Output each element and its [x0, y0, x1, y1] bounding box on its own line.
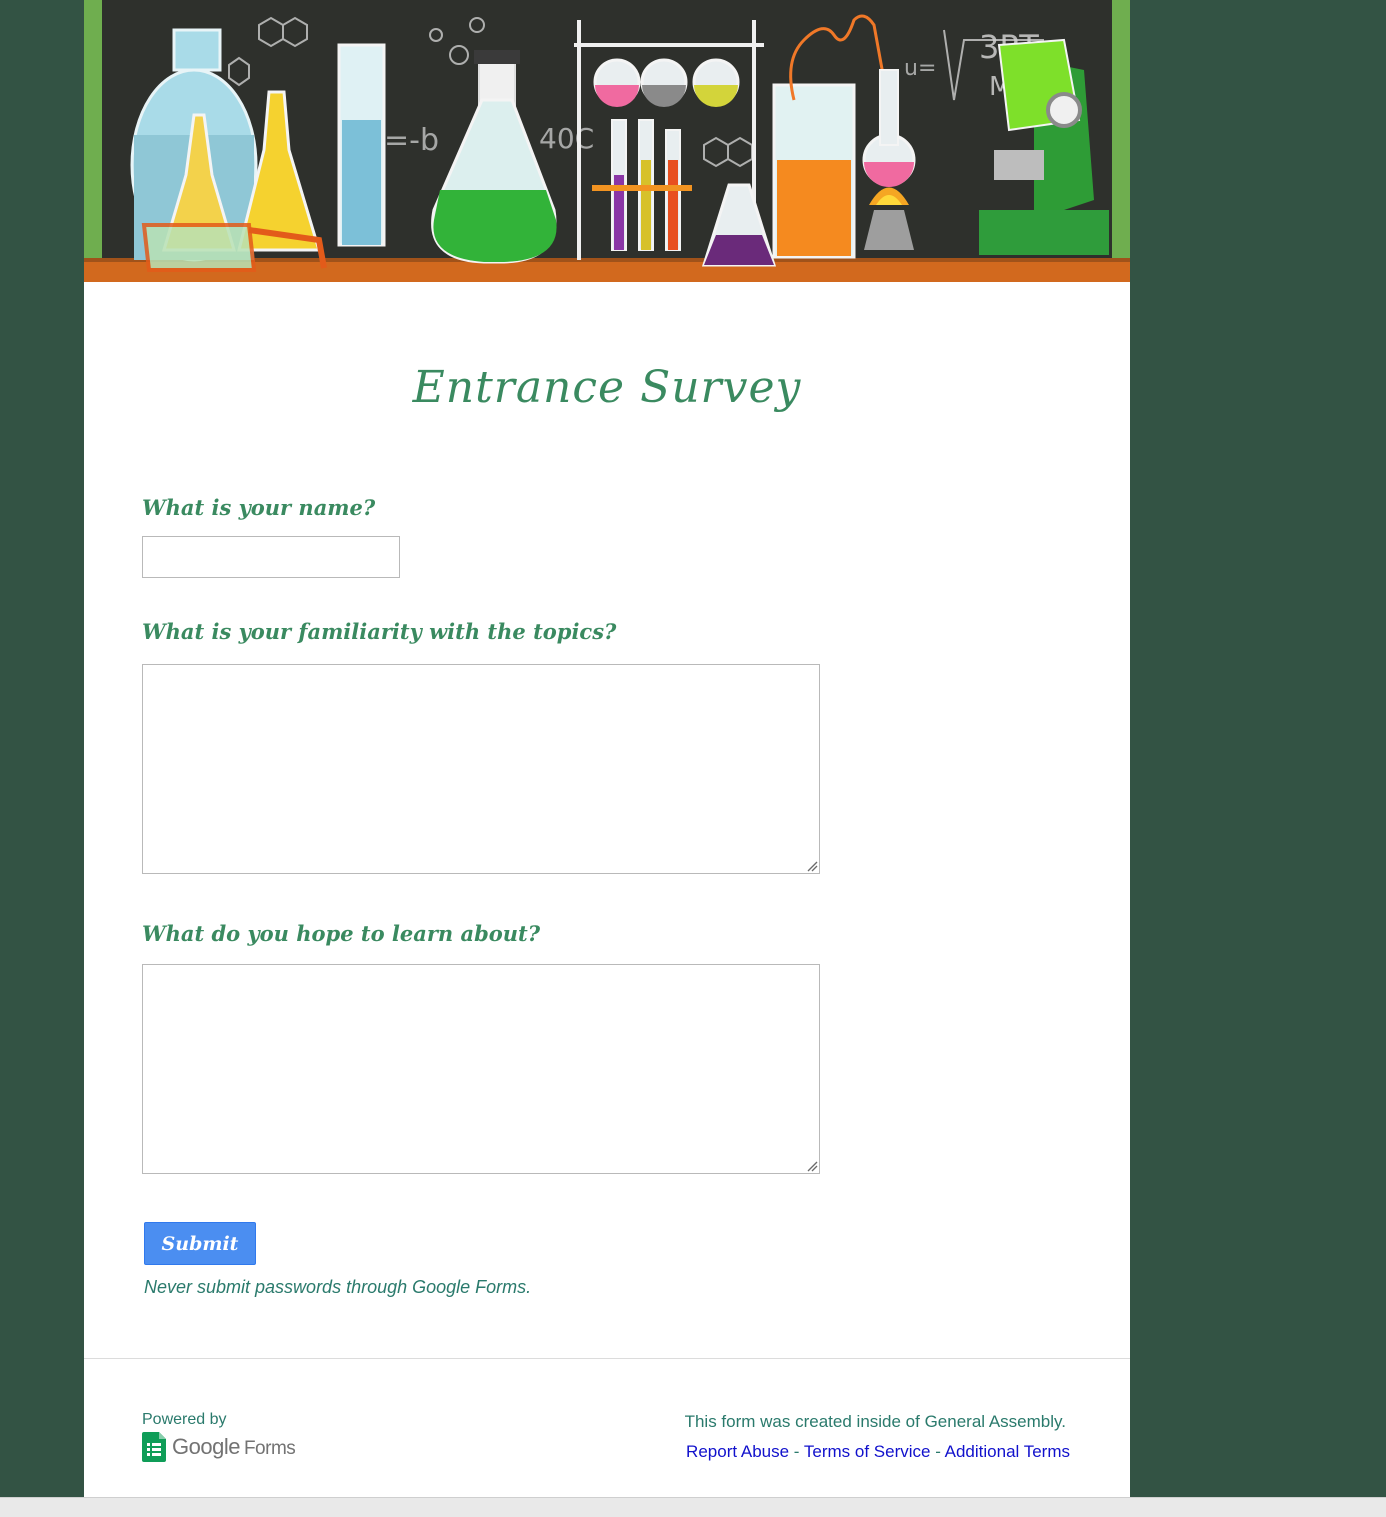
- browser-bottom-bar: [0, 1497, 1386, 1517]
- resize-grip-icon[interactable]: [806, 1160, 818, 1172]
- google-forms-wordmark: Google Forms: [172, 1434, 296, 1459]
- header-banner-image: 3RT M =-b 40C u=: [84, 0, 1130, 282]
- terms-of-service-link[interactable]: Terms of Service: [804, 1442, 931, 1461]
- form-title: Entrance Survey: [412, 362, 802, 413]
- google-forms-icon: [142, 1432, 166, 1462]
- question-name-label: What is your name?: [142, 495, 376, 520]
- question-familiarity-label: What is your familiarity with the topics…: [142, 619, 617, 644]
- link-separator: -: [789, 1442, 804, 1461]
- familiarity-textarea[interactable]: [142, 664, 820, 874]
- question-learn-label: What do you hope to learn about?: [142, 921, 541, 946]
- footer-divider: [84, 1358, 1130, 1359]
- name-input[interactable]: [142, 536, 400, 578]
- report-abuse-link[interactable]: Report Abuse: [686, 1442, 789, 1461]
- chalk-text: 40C: [539, 122, 594, 155]
- footer-links: Report Abuse - Terms of Service - Additi…: [686, 1442, 1070, 1462]
- powered-by-label: Powered by: [142, 1411, 227, 1428]
- created-inside-text: This form was created inside of General …: [684, 1412, 1066, 1431]
- resize-grip-icon[interactable]: [806, 860, 818, 872]
- additional-terms-link[interactable]: Additional Terms: [945, 1442, 1070, 1461]
- learn-textarea[interactable]: [142, 964, 820, 1174]
- form-card: 3RT M =-b 40C u=: [84, 0, 1130, 1497]
- submit-button[interactable]: Submit: [144, 1222, 256, 1265]
- google-forms-logo[interactable]: Google Forms: [142, 1432, 296, 1462]
- password-warning: Never submit passwords through Google Fo…: [144, 1277, 532, 1297]
- chalk-text: u=: [904, 56, 936, 81]
- chalk-text: =-b: [384, 123, 439, 158]
- link-separator: -: [930, 1442, 945, 1461]
